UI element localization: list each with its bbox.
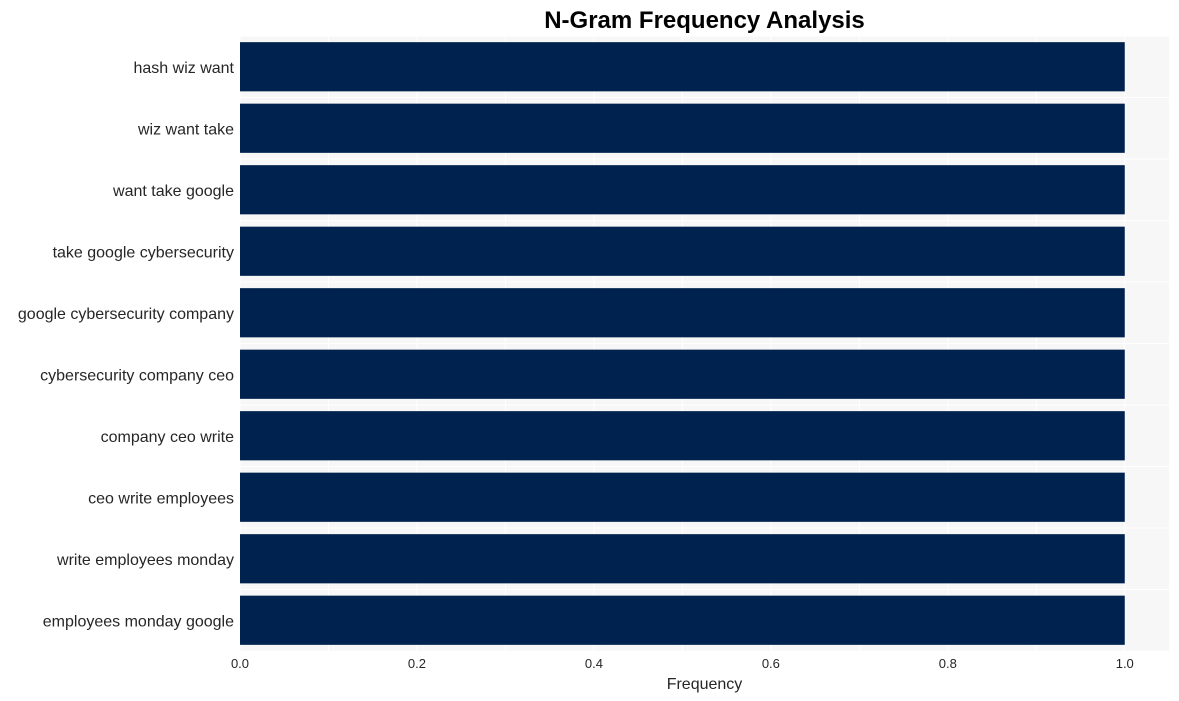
y-tick-label: cybersecurity company ceo bbox=[40, 367, 234, 384]
chart-title: N-Gram Frequency Analysis bbox=[544, 7, 865, 34]
x-tick-label: 0.0 bbox=[231, 656, 249, 671]
y-tick-label: wiz want take bbox=[137, 121, 234, 138]
bar bbox=[240, 595, 1125, 645]
x-axis-ticks: 0.0 0.2 0.4 0.6 0.8 1.0 bbox=[231, 656, 1134, 671]
bar bbox=[240, 411, 1125, 461]
x-tick-label: 0.8 bbox=[939, 656, 957, 671]
y-tick-label: take google cybersecurity bbox=[53, 244, 234, 261]
ngram-bar-chart: hash wiz want wiz want take want take goog… bbox=[18, 7, 1169, 693]
y-tick-label: hash wiz want bbox=[134, 60, 235, 77]
y-tick-label: employees monday google bbox=[43, 613, 234, 630]
x-tick-label: 0.2 bbox=[408, 656, 426, 671]
y-tick-label: write employees monday bbox=[56, 552, 234, 569]
bar bbox=[240, 472, 1125, 522]
bar bbox=[240, 534, 1125, 584]
y-axis-labels: hash wiz want wiz want take want take goog… bbox=[18, 60, 235, 631]
y-tick-label: company ceo write bbox=[101, 429, 234, 446]
x-tick-label: 1.0 bbox=[1116, 656, 1134, 671]
bar bbox=[240, 288, 1125, 338]
x-tick-label: 0.4 bbox=[585, 656, 603, 671]
y-tick-label: google cybersecurity company bbox=[18, 306, 234, 323]
bar bbox=[240, 349, 1125, 399]
y-tick-label: want take google bbox=[112, 183, 234, 200]
bar bbox=[240, 103, 1125, 153]
bar bbox=[240, 165, 1125, 215]
bar bbox=[240, 226, 1125, 276]
y-tick-label: ceo write employees bbox=[88, 490, 234, 507]
bar bbox=[240, 42, 1125, 92]
x-axis-label: Frequency bbox=[667, 676, 743, 693]
x-tick-label: 0.6 bbox=[762, 656, 780, 671]
